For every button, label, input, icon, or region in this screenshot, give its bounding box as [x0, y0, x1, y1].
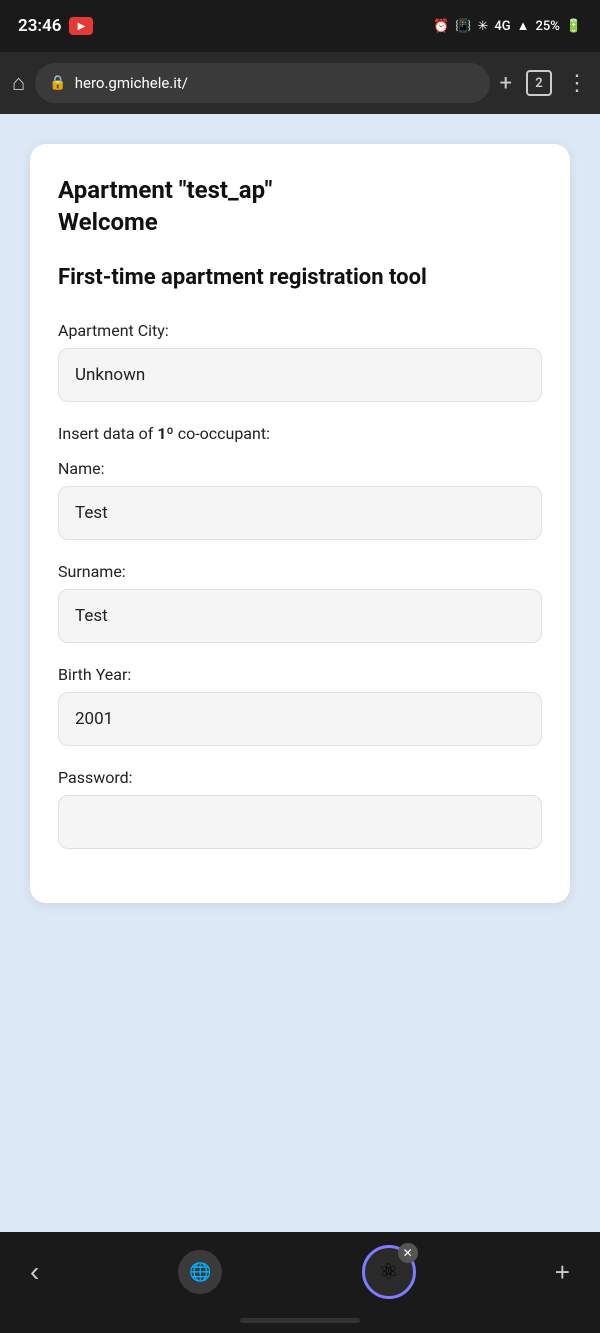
status-right: ⏰ 📳 ✳ 4G ▲ 25% 🔋 [433, 18, 582, 34]
insert-data-label: Insert data of 1º co-occupant: [58, 424, 542, 443]
close-badge[interactable]: ✕ [398, 1243, 418, 1263]
apartment-city-input[interactable] [58, 348, 542, 402]
app-icon-container[interactable]: ⚛ ✕ [362, 1245, 416, 1299]
signal-4g-icon: 4G [494, 19, 510, 34]
surname-label: Surname: [58, 562, 542, 581]
bottom-nav: ‹ 🌐 ⚛ ✕ + [0, 1232, 600, 1312]
tool-title: First-time apartment registration tool [58, 264, 542, 293]
surname-input[interactable] [58, 589, 542, 643]
browser-url-bar[interactable]: 🔒 hero.gmichele.it/ [35, 63, 489, 103]
insert-label-suffix: co-occupant: [174, 424, 270, 443]
add-tab-icon[interactable]: + [500, 71, 512, 96]
browser-bar: ⌂ 🔒 hero.gmichele.it/ + 2 ⋮ [0, 52, 600, 114]
password-label: Password: [58, 768, 542, 787]
insert-label-prefix: Insert data of [58, 424, 157, 443]
bluetooth-icon: ✳ [477, 19, 488, 34]
tab-count-badge[interactable]: 2 [526, 70, 552, 96]
name-label: Name: [58, 459, 542, 478]
home-indicator [240, 1318, 360, 1323]
add-button[interactable]: + [555, 1257, 570, 1288]
surname-group: Surname: [58, 562, 542, 643]
browser-home-icon[interactable]: ⌂ [12, 70, 25, 96]
insert-label-ordinal: 1º [157, 424, 174, 443]
battery-level: 25% [535, 19, 559, 34]
name-input[interactable] [58, 486, 542, 540]
back-button[interactable]: ‹ [30, 1256, 39, 1288]
password-input[interactable] [58, 795, 542, 849]
rec-icon: ▶ [69, 17, 93, 35]
lock-icon: 🔒 [49, 75, 66, 91]
page-area: Apartment "test_ap" Welcome First-time a… [0, 114, 600, 1232]
status-time: 23:46 [18, 16, 61, 36]
earth-icon[interactable]: 🌐 [178, 1250, 222, 1294]
url-text: hero.gmichele.it/ [75, 74, 188, 92]
registration-card: Apartment "test_ap" Welcome First-time a… [30, 144, 570, 903]
name-group: Name: [58, 459, 542, 540]
apartment-city-group: Apartment City: [58, 321, 542, 402]
password-group: Password: [58, 768, 542, 849]
birth-year-group: Birth Year: [58, 665, 542, 746]
signal-bar-icon: ▲ [517, 18, 530, 34]
browser-actions: + 2 ⋮ [500, 70, 588, 96]
react-icon: ⚛ [379, 1260, 399, 1285]
home-bar-row [0, 1312, 600, 1333]
status-bar: 23:46 ▶ ⏰ 📳 ✳ 4G ▲ 25% 🔋 [0, 0, 600, 52]
menu-icon[interactable]: ⋮ [566, 71, 588, 96]
battery-icon: 🔋 [566, 19, 582, 34]
birth-year-label: Birth Year: [58, 665, 542, 684]
plus-icon: + [555, 1257, 570, 1287]
apartment-city-label: Apartment City: [58, 321, 542, 340]
back-icon: ‹ [30, 1256, 39, 1288]
welcome-heading: Welcome [58, 208, 542, 236]
birth-year-input[interactable] [58, 692, 542, 746]
alarm-icon: ⏰ [433, 19, 449, 34]
apartment-title: Apartment "test_ap" [58, 176, 542, 204]
vibrate-icon: 📳 [455, 19, 471, 34]
